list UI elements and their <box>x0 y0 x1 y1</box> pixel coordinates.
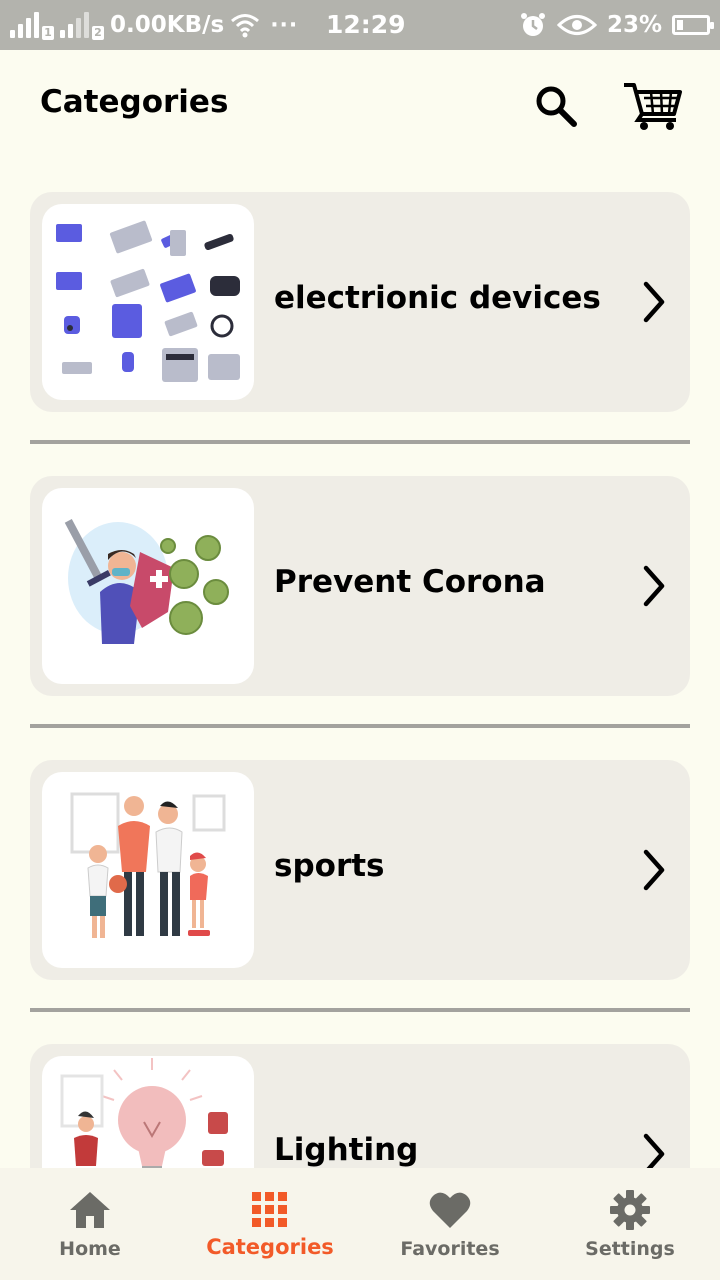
wifi-icon <box>231 14 260 38</box>
battery-icon <box>672 15 714 35</box>
category-card-lighting[interactable]: Lighting <box>30 1044 690 1168</box>
battery-fill <box>677 20 684 30</box>
cart-button[interactable] <box>622 80 684 132</box>
category-card-prevent-corona[interactable]: Prevent Corona <box>30 476 690 696</box>
nav-item-favorites[interactable]: Favorites <box>360 1168 540 1280</box>
alarm-icon <box>520 13 545 36</box>
app-bar: Categories <box>0 50 720 160</box>
page-title: Categories <box>40 84 229 120</box>
nav-label-settings: Settings <box>585 1238 675 1260</box>
nav-item-categories[interactable]: Categories <box>180 1168 360 1280</box>
category-card-sports[interactable]: sports <box>30 760 690 980</box>
battery-percent: 23% <box>606 12 662 38</box>
sports-family-illustration <box>42 772 254 968</box>
network-speed: 0.00KB/s <box>110 12 225 38</box>
signal-sim1-icon: 1 <box>10 8 54 42</box>
signal-sim2-icon: 2 <box>60 8 104 42</box>
status-right: 23% <box>519 8 714 42</box>
divider <box>30 440 690 444</box>
eye-icon <box>556 15 597 35</box>
status-left: 1 2 0.00KB/s ··· <box>10 8 298 42</box>
chevron-right-icon <box>643 849 665 891</box>
category-label: Prevent Corona <box>274 564 546 600</box>
search-button[interactable] <box>532 82 580 130</box>
chevron-right-icon <box>643 565 665 607</box>
search-icon <box>536 86 577 127</box>
grid-icon <box>252 1192 287 1227</box>
bottom-navigation: Home Categories Favorites Settings <box>0 1168 720 1280</box>
divider <box>30 1008 690 1012</box>
category-list[interactable]: electrionic devices Prevent Corona sport… <box>0 160 720 1168</box>
category-card-electronic-devices[interactable]: electrionic devices <box>30 192 690 412</box>
category-label: electrionic devices <box>274 280 601 316</box>
nav-label-home: Home <box>59 1238 121 1260</box>
lighting-bulb-illustration <box>42 1056 254 1168</box>
nav-item-settings[interactable]: Settings <box>540 1168 720 1280</box>
sim1-badge: 1 <box>42 26 54 40</box>
category-label: sports <box>274 848 385 884</box>
home-icon <box>70 1192 110 1228</box>
cart-icon <box>624 83 682 130</box>
electronic-devices-illustration <box>42 204 254 400</box>
chevron-right-icon <box>643 1133 665 1168</box>
gear-icon <box>610 1190 650 1230</box>
category-label: Lighting <box>274 1132 419 1168</box>
prevent-corona-illustration <box>42 488 254 684</box>
nav-item-home[interactable]: Home <box>0 1168 180 1280</box>
sim2-badge: 2 <box>92 26 104 40</box>
chevron-right-icon <box>643 281 665 323</box>
heart-icon <box>429 1192 471 1228</box>
status-bar: 1 2 0.00KB/s ··· 12:29 23% <box>0 0 720 50</box>
clock: 12:29 <box>326 10 406 39</box>
divider <box>30 724 690 728</box>
nav-label-favorites: Favorites <box>400 1238 500 1260</box>
nav-label-categories: Categories <box>206 1235 334 1259</box>
more-notifications-icon: ··· <box>270 12 299 38</box>
